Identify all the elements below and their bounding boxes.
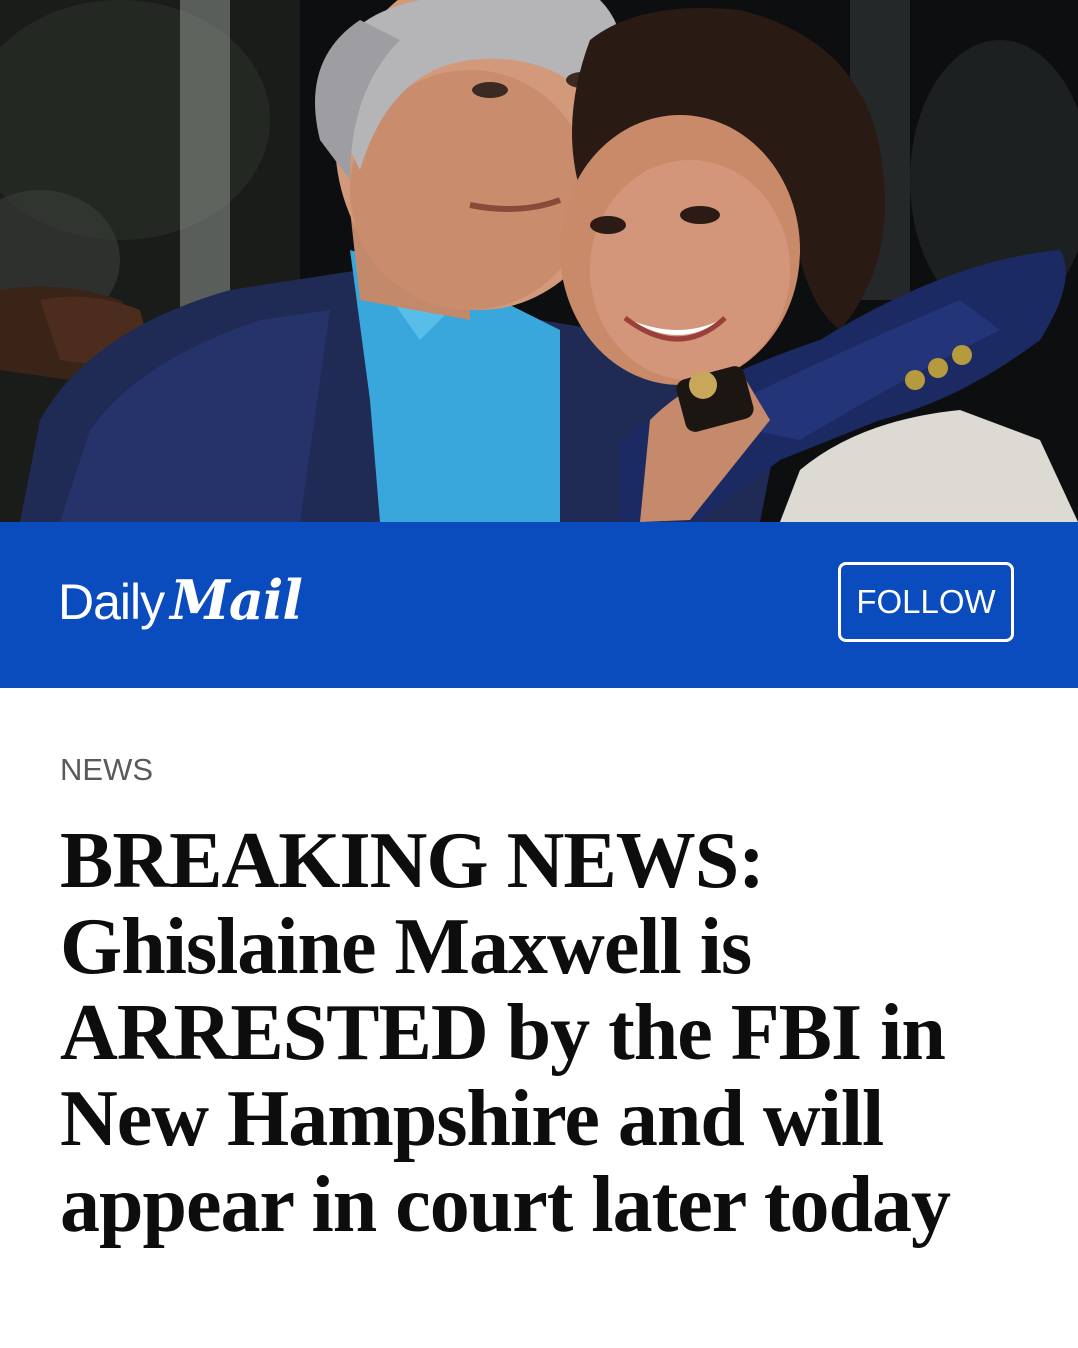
hero-photo: [0, 0, 1078, 522]
logo-mail-text: Mail: [170, 568, 303, 632]
article-category[interactable]: NEWS: [60, 752, 153, 788]
article-headline: BREAKING NEWS: Ghislaine Maxwell is ARRE…: [60, 817, 951, 1249]
daily-mail-logo[interactable]: Daily Mail: [58, 568, 303, 634]
logo-daily-text: Daily: [58, 574, 165, 630]
follow-button[interactable]: FOLLOW: [838, 562, 1014, 642]
